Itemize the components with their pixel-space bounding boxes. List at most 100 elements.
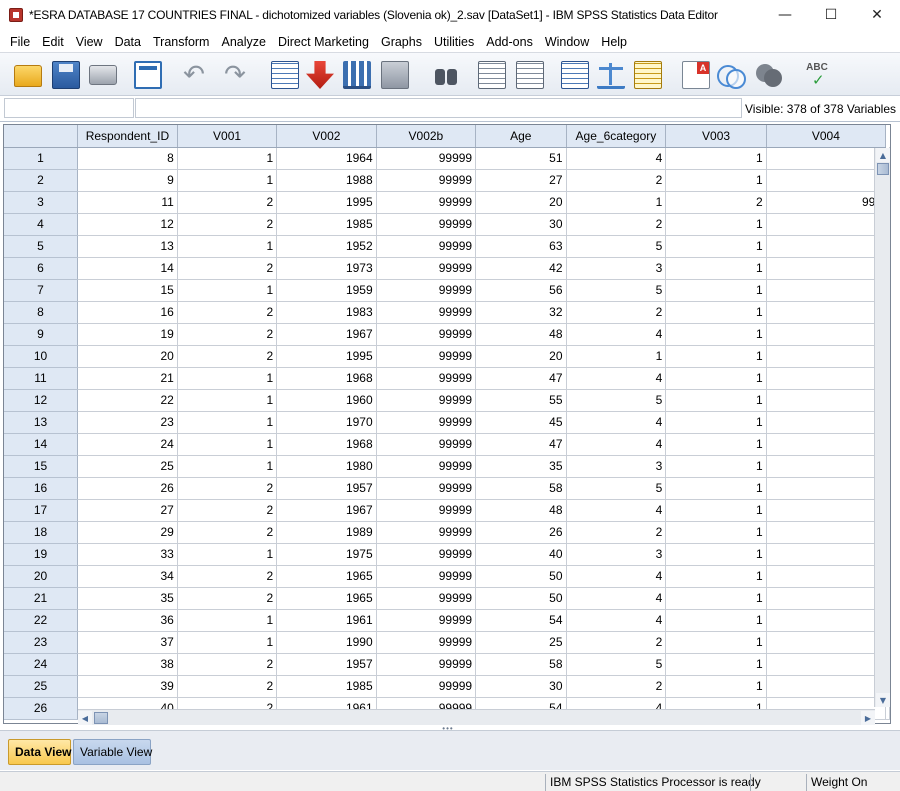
data-cell[interactable]: 3 [566, 257, 667, 280]
show-all-variables-icon[interactable] [755, 61, 783, 89]
data-cell[interactable]: 1 [177, 543, 278, 566]
data-cell[interactable]: 2 [566, 169, 667, 192]
row-number-header[interactable]: 2 [4, 169, 78, 192]
data-cell[interactable]: 2 [177, 257, 278, 280]
select-cases-icon[interactable] [634, 61, 662, 89]
data-cell[interactable]: 22 [77, 389, 178, 412]
data-cell[interactable]: 27 [475, 169, 567, 192]
data-cell[interactable]: 1965 [276, 565, 377, 588]
data-cell[interactable]: 2 [177, 477, 278, 500]
row-number-header[interactable]: 23 [4, 631, 78, 654]
row-number-header[interactable]: 7 [4, 279, 78, 302]
data-cell[interactable]: 1961 [276, 609, 377, 632]
find-binoculars-icon[interactable] [432, 61, 460, 89]
row-number-header[interactable]: 8 [4, 301, 78, 324]
scroll-up-arrow-icon[interactable]: ▲ [876, 148, 890, 162]
data-cell[interactable]: 1 [665, 433, 767, 456]
row-number-header[interactable]: 24 [4, 653, 78, 676]
data-cell[interactable]: 99999 [376, 587, 477, 610]
data-cell[interactable]: 2 [177, 565, 278, 588]
data-cell[interactable]: 1 [665, 455, 767, 478]
data-cell[interactable]: 20 [475, 345, 567, 368]
split-file-icon[interactable] [561, 61, 589, 89]
tab-variable-view[interactable]: Variable View [73, 739, 152, 765]
data-cell[interactable]: 1968 [276, 367, 377, 390]
data-cell[interactable]: 1 [566, 345, 667, 368]
data-cell[interactable]: 99999 [376, 653, 477, 676]
data-cell[interactable]: 99999 [376, 235, 477, 258]
data-cell[interactable]: 1 [665, 169, 767, 192]
data-cell[interactable]: 54 [475, 609, 567, 632]
data-cell[interactable]: 99999 [376, 345, 477, 368]
scroll-down-arrow-icon[interactable]: ▼ [876, 693, 890, 707]
data-cell[interactable]: 51 [475, 147, 567, 170]
data-cell[interactable]: 34 [77, 565, 178, 588]
row-number-header[interactable]: 9 [4, 323, 78, 346]
data-cell[interactable]: 5 [566, 653, 667, 676]
data-cell[interactable]: 1 [665, 389, 767, 412]
data-cell[interactable]: 33 [77, 543, 178, 566]
data-cell[interactable]: 1985 [276, 675, 377, 698]
data-cell[interactable]: 5 [566, 389, 667, 412]
data-cell[interactable]: 19 [77, 323, 178, 346]
data-cell[interactable]: 2 [177, 301, 278, 324]
run-descriptives-icon[interactable] [381, 61, 409, 89]
data-cell[interactable]: 58 [475, 477, 567, 500]
data-cell[interactable]: 11 [77, 191, 178, 214]
data-cell[interactable]: 1990 [276, 631, 377, 654]
data-cell[interactable] [766, 147, 887, 170]
data-cell[interactable]: 48 [475, 323, 567, 346]
data-cell[interactable]: 4 [566, 367, 667, 390]
data-cell[interactable]: 14 [77, 257, 178, 280]
data-cell[interactable]: 1 [177, 367, 278, 390]
row-number-header[interactable]: 17 [4, 499, 78, 522]
row-number-header[interactable]: 3 [4, 191, 78, 214]
data-cell[interactable]: 1 [665, 147, 767, 170]
go-to-variable-icon[interactable] [306, 61, 334, 89]
data-cell[interactable]: 5 [566, 477, 667, 500]
tab-data-view[interactable]: Data View [8, 739, 71, 765]
row-number-header[interactable]: 14 [4, 433, 78, 456]
data-cell[interactable]: 2 [665, 191, 767, 214]
menu-analyze[interactable]: Analyze [215, 35, 271, 49]
data-cell[interactable]: 1 [177, 147, 278, 170]
data-cell[interactable]: 8 [77, 147, 178, 170]
data-cell[interactable]: 1 [177, 455, 278, 478]
data-cell[interactable] [766, 609, 887, 632]
data-cell[interactable]: 37 [77, 631, 178, 654]
data-cell[interactable]: 1995 [276, 345, 377, 368]
data-cell[interactable] [766, 301, 887, 324]
weight-cases-scale-icon[interactable] [597, 61, 625, 89]
data-cell[interactable]: 2 [177, 323, 278, 346]
row-number-header[interactable]: 22 [4, 609, 78, 632]
data-cell[interactable]: 5 [566, 235, 667, 258]
data-cell[interactable]: 20 [475, 191, 567, 214]
column-header[interactable]: V001 [177, 125, 278, 148]
data-cell[interactable]: 1989 [276, 521, 377, 544]
data-cell[interactable] [766, 323, 887, 346]
data-cell[interactable] [766, 279, 887, 302]
data-cell[interactable]: 1988 [276, 169, 377, 192]
cell-value-field[interactable] [135, 98, 742, 118]
data-cell[interactable]: 26 [77, 477, 178, 500]
data-cell[interactable]: 1 [665, 609, 767, 632]
data-cell[interactable] [766, 455, 887, 478]
row-number-header[interactable]: 26 [4, 697, 78, 720]
row-number-header[interactable]: 20 [4, 565, 78, 588]
data-cell[interactable]: 1 [665, 213, 767, 236]
data-cell[interactable]: 50 [475, 565, 567, 588]
row-number-header[interactable]: 5 [4, 235, 78, 258]
data-cell[interactable]: 1 [665, 367, 767, 390]
data-cell[interactable]: 1 [177, 279, 278, 302]
open-folder-icon[interactable] [14, 65, 42, 87]
data-cell[interactable]: 1 [665, 499, 767, 522]
row-number-header[interactable]: 1 [4, 147, 78, 170]
scroll-left-arrow-icon[interactable]: ◀ [78, 711, 92, 725]
data-cell[interactable]: 1964 [276, 147, 377, 170]
data-cell[interactable] [766, 653, 887, 676]
data-cell[interactable] [766, 213, 887, 236]
data-cell[interactable]: 2 [566, 675, 667, 698]
data-cell[interactable]: 1960 [276, 389, 377, 412]
data-cell[interactable]: 99999 [376, 367, 477, 390]
column-header[interactable]: Respondent_ID [77, 125, 178, 148]
